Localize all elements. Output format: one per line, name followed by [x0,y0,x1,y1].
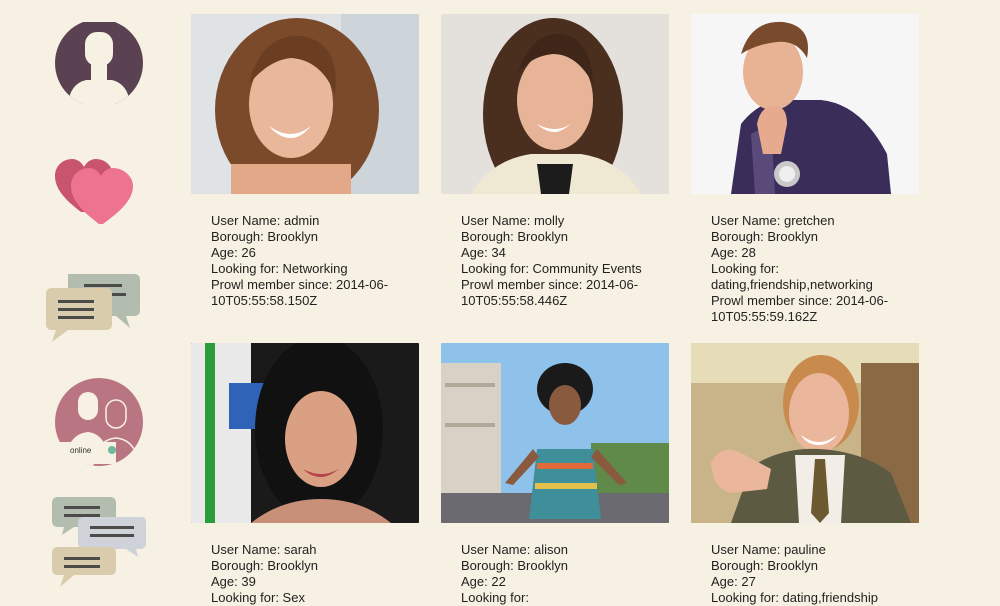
user-name-value: molly [533,213,565,228]
user-photo[interactable] [441,14,669,194]
looking-for-label: Looking for: [461,261,533,276]
borough-value: Brooklyn [517,558,568,573]
borough-value: Brooklyn [267,558,318,573]
borough-label: Borough: [461,229,518,244]
group-chat-nav-button[interactable] [50,495,148,589]
looking-for-label: Looking for: [211,261,283,276]
user-info: User Name: alison Borough: Brooklyn Age:… [441,523,647,606]
online-label: online [70,446,92,455]
user-name-value: pauline [783,542,826,557]
looking-for-label: Looking for: [211,590,283,605]
user-name-value: gretchen [783,213,835,228]
user-profile-icon [55,19,143,107]
looking-for-label: Looking for: [711,590,783,605]
borough-label: Borough: [711,229,768,244]
age-value: 39 [241,574,256,589]
looking-for-label: Looking for: [461,590,529,605]
user-photo[interactable] [191,343,419,523]
member-since-label: Prowl member since: [461,277,586,292]
user-name-label: User Name: [461,213,534,228]
member-since-label: Prowl member since: [211,277,336,292]
member-since-label: Prowl member since: [711,293,836,308]
hearts-icon [55,159,133,224]
borough-label: Borough: [711,558,768,573]
messages-nav-button[interactable] [44,272,142,344]
matches-nav-button[interactable] [53,156,137,226]
online-users-icon [55,378,143,466]
profile-nav-button[interactable] [54,19,144,107]
sidebar-nav: online [0,0,190,600]
looking-for-value: dating,friendship,networking [711,277,873,292]
age-value: 34 [491,245,506,260]
borough-value: Brooklyn [767,229,818,244]
user-photo[interactable] [191,14,419,194]
age-label: Age: [461,245,492,260]
age-value: 22 [491,574,506,589]
chat-bubbles-icon [46,274,140,342]
user-photo[interactable] [691,343,919,523]
user-name-label: User Name: [211,213,284,228]
user-name-label: User Name: [211,542,284,557]
borough-value: Brooklyn [267,229,318,244]
user-name-label: User Name: [711,542,784,557]
borough-label: Borough: [461,558,518,573]
looking-for-value: Sex [282,590,305,605]
user-photo[interactable] [441,343,669,523]
looking-for-value: dating,friendship [782,590,878,605]
user-card[interactable]: User Name: alison Borough: Brooklyn Age:… [441,343,669,606]
user-name-label: User Name: [711,213,784,228]
age-value: 28 [741,245,756,260]
user-card[interactable]: User Name: admin Borough: Brooklyn Age: … [191,14,419,309]
user-card[interactable]: User Name: pauline Borough: Brooklyn Age… [691,343,919,606]
user-info: User Name: pauline Borough: Brooklyn Age… [691,523,897,606]
age-label: Age: [711,245,742,260]
age-value: 27 [741,574,756,589]
user-name-value: alison [533,542,568,557]
user-info: User Name: sarah Borough: Brooklyn Age: … [191,523,397,606]
group-chat-icon [52,497,146,587]
online-users-nav-button[interactable]: online [54,378,146,468]
user-name-value: sarah [283,542,317,557]
looking-for-value: Community Events [532,261,642,276]
user-info: User Name: gretchen Borough: Brooklyn Ag… [691,194,897,325]
user-card[interactable]: User Name: gretchen Borough: Brooklyn Ag… [691,14,919,325]
age-value: 26 [241,245,256,260]
borough-value: Brooklyn [517,229,568,244]
borough-label: Borough: [211,229,268,244]
borough-value: Brooklyn [767,558,818,573]
user-card[interactable]: User Name: molly Borough: Brooklyn Age: … [441,14,669,309]
age-label: Age: [461,574,492,589]
user-info: User Name: admin Borough: Brooklyn Age: … [191,194,397,309]
user-card[interactable]: User Name: sarah Borough: Brooklyn Age: … [191,343,419,606]
user-info: User Name: molly Borough: Brooklyn Age: … [441,194,647,309]
age-label: Age: [211,574,242,589]
age-label: Age: [211,245,242,260]
user-name-value: admin [283,213,320,228]
user-name-label: User Name: [461,542,534,557]
looking-for-value: Networking [282,261,348,276]
user-photo[interactable] [691,14,919,194]
age-label: Age: [711,574,742,589]
looking-for-label: Looking for: [711,261,779,276]
borough-label: Borough: [211,558,268,573]
